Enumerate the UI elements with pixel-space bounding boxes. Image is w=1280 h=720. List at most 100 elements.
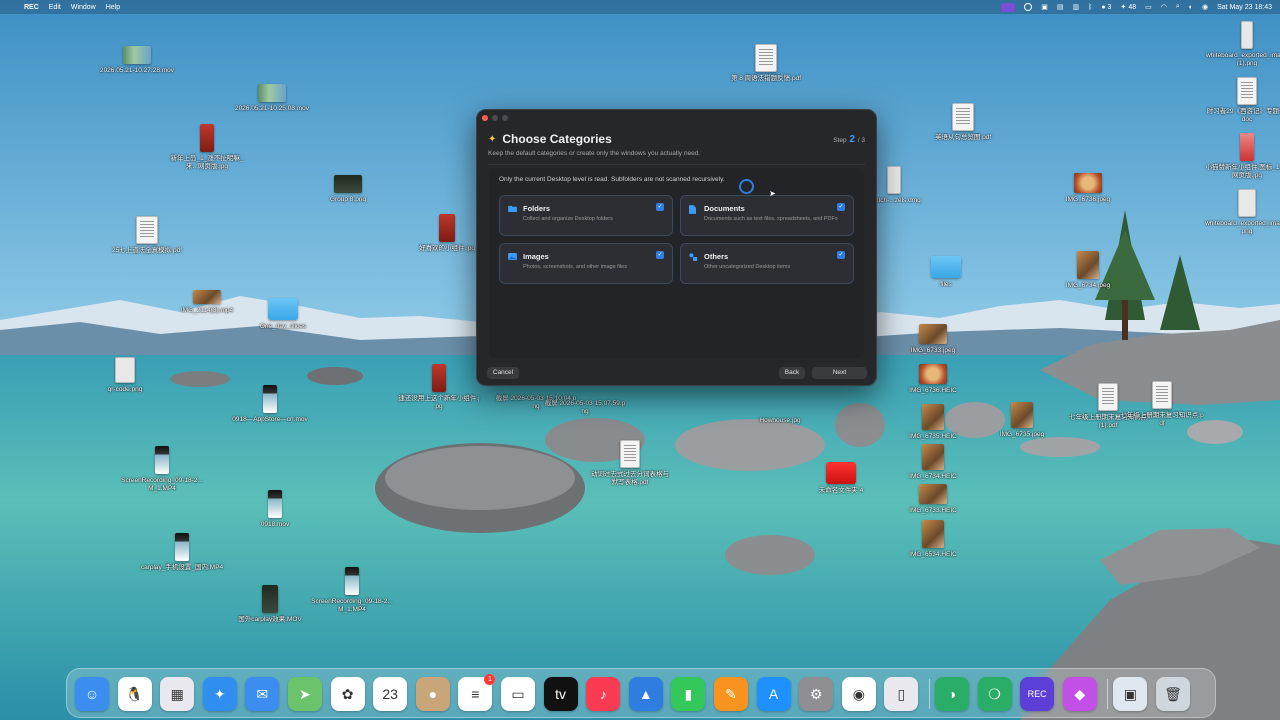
- rec-app-icon[interactable]: REC: [1020, 677, 1055, 711]
- desktop-file[interactable]: IMG_6735.HEIC: [891, 404, 975, 441]
- file-label: Howhouse.jpg: [759, 417, 801, 424]
- calendar-icon[interactable]: 23: [373, 677, 408, 711]
- safari-icon[interactable]: ✦: [202, 677, 237, 711]
- desktop-file[interactable]: IMG_6733.HEIC: [891, 484, 975, 515]
- desktop-file[interactable]: IMG_6733.jpeg: [891, 324, 975, 355]
- desktop-file[interactable]: IMG_6736.jpeg: [1046, 173, 1130, 204]
- finder-icon[interactable]: ☺: [75, 677, 109, 711]
- keynote-icon[interactable]: ▲: [628, 677, 663, 711]
- desktop-file[interactable]: IMG_6734.HEIC: [891, 444, 975, 481]
- back-button[interactable]: Back: [779, 367, 805, 379]
- category-card-images[interactable]: Images Photos, screenshots, and other im…: [499, 243, 673, 284]
- search-icon[interactable]: ⌕: [1176, 3, 1180, 11]
- minimize-window-button[interactable]: [492, 115, 498, 121]
- apple-tv-icon[interactable]: tv: [543, 677, 578, 711]
- next-button[interactable]: Next: [812, 367, 867, 379]
- desktop-file[interactable]: qr-code.png: [83, 357, 167, 394]
- shortcuts-icon[interactable]: ◆: [1062, 677, 1097, 711]
- menubar-clock[interactable]: Sat May 23 18:43: [1217, 4, 1272, 11]
- pages-icon[interactable]: ✎: [714, 677, 748, 711]
- wechat-status[interactable]: ✦ 48: [1120, 3, 1136, 12]
- display-icon[interactable]: ▤: [1057, 3, 1064, 11]
- category-checkbox[interactable]: ✓: [656, 251, 664, 259]
- desktop-file[interactable]: 国外carplay效果.MOV: [228, 585, 312, 624]
- desktop-file[interactable]: 新年上岛_1_涨不扯呢嘛_来...网页版.jpg: [165, 124, 249, 171]
- wifi-icon[interactable]: ◠: [1161, 3, 1167, 11]
- notification-status[interactable]: ● 3: [1101, 4, 1111, 11]
- desktop-file[interactable]: IMG_6736.HEIC: [891, 364, 975, 395]
- menu-edit[interactable]: Edit: [49, 4, 61, 11]
- desktop-file[interactable]: 第 8 周语法错题反馈.pdf: [724, 44, 808, 83]
- desktop-file[interactable]: 2026.05.21-10.25.08.mov: [230, 84, 314, 113]
- trash-icon[interactable]: 🗑: [1156, 677, 1190, 711]
- desktop-file[interactable]: IMG_6534.HEIC: [891, 520, 975, 559]
- screen-mirror-icon[interactable]: ▣: [1041, 3, 1048, 11]
- desktop-file[interactable]: whiteboard_exported_image.png: [1205, 189, 1280, 236]
- category-checkbox[interactable]: ✓: [837, 251, 845, 259]
- desktop-file[interactable]: 截屏 2026-05-03 15.07.59.png: [543, 400, 627, 416]
- clipboard-icon[interactable]: ▥: [1072, 3, 1079, 11]
- chrome-icon[interactable]: ◉: [841, 677, 876, 711]
- app-store-icon[interactable]: A: [756, 677, 791, 711]
- control-center-icon[interactable]: ◐: [1189, 4, 1193, 11]
- desktop-file[interactable]: Howhouse.jpg: [738, 417, 822, 425]
- cancel-button[interactable]: Cancel: [487, 367, 519, 379]
- desktop-file[interactable]: 小猫赞新年小组件,图标_1_...网页版.jpg: [1205, 133, 1280, 180]
- bluetooth-icon[interactable]: ᛒ: [1088, 4, 1092, 11]
- desktop-file[interactable]: 速还没用上这个新年小组件.jpg: [397, 364, 481, 411]
- notes-icon[interactable]: ▭: [501, 677, 535, 711]
- record-status-icon[interactable]: [1024, 3, 1033, 11]
- desktop-file[interactable]: 动词过去式过去分词表格与默写表格.pdf: [588, 440, 672, 487]
- close-window-button[interactable]: [482, 115, 488, 121]
- numbers-icon[interactable]: ▮: [671, 677, 706, 711]
- rec-status-icon[interactable]: [1001, 2, 1016, 12]
- desktop-file[interactable]: 英语从句总览图.pdf: [921, 103, 1005, 142]
- desktop-file[interactable]: Group 8.png: [306, 175, 390, 204]
- category-card-others[interactable]: Others Other uncategorized Desktop items…: [680, 243, 854, 284]
- mail-icon[interactable]: ✉: [245, 677, 280, 711]
- desktop-file[interactable]: ScreenRecording_09-18-2...M_1.MP4: [120, 446, 204, 493]
- file-thumbnail: [620, 440, 640, 468]
- photos-icon[interactable]: ✿: [330, 677, 365, 711]
- desktop-file[interactable]: 0918—AppStore—cn.mov: [228, 385, 312, 424]
- wechat-icon[interactable]: ❍: [977, 677, 1012, 711]
- contacts-icon[interactable]: ●: [415, 677, 450, 711]
- desktop-file[interactable]: IMG_6734.jpeg: [1046, 251, 1130, 290]
- desktop-file[interactable]: carplay_手机设置_国内.MP4: [140, 533, 224, 572]
- desktop-folder[interactable]: One_day_slices: [241, 298, 325, 331]
- iphone-mirroring-icon[interactable]: ▯: [884, 677, 919, 711]
- desktop-file[interactable]: IMG_6735.jpeg: [980, 402, 1064, 439]
- desktop-folder[interactable]: files: [904, 256, 988, 289]
- desktop-file[interactable]: IMG_2114(3).mp4: [165, 290, 249, 315]
- reminders-icon[interactable]: ≡ 1: [458, 674, 496, 711]
- siri-icon[interactable]: ◉: [1202, 3, 1208, 11]
- desktop-file[interactable]: 七年级上册期末复习知识点.pdf: [1120, 381, 1204, 428]
- category-card-folders[interactable]: Folders Collect and organize Desktop fol…: [499, 195, 673, 236]
- system-settings-icon[interactable]: ⚙: [799, 677, 834, 711]
- menu-help[interactable]: Help: [106, 4, 120, 11]
- battery-icon[interactable]: ▭: [1145, 3, 1152, 11]
- wechat-work-icon[interactable]: ◑: [935, 677, 969, 711]
- desktop-file[interactable]: whiteboard_exported_image (1).png: [1205, 21, 1280, 68]
- mouse-cursor-icon: ➤: [769, 189, 776, 198]
- zoom-window-button[interactable]: [502, 115, 508, 121]
- maps-icon[interactable]: ➤: [288, 677, 322, 711]
- category-card-documents[interactable]: Documents Documents such as text files, …: [680, 195, 854, 236]
- desktop-file[interactable]: 2026.05.21-10.27.28.mov: [95, 46, 179, 75]
- category-checkbox[interactable]: ✓: [837, 203, 845, 211]
- category-description: Collect and organize Desktop folders: [523, 216, 613, 222]
- desktop-file[interactable]: 时习者29《西游记》专题一.doc: [1205, 77, 1280, 124]
- desktop-file[interactable]: 25七上道法全真模拟.pdf: [105, 216, 189, 255]
- file-label: IMG_6734.jpeg: [1065, 282, 1111, 289]
- menu-window[interactable]: Window: [71, 4, 96, 11]
- preview-icon[interactable]: ▣: [1113, 677, 1148, 711]
- desktop-file[interactable]: ScreenRecording_09-18-2...M_1.MP4: [310, 567, 394, 614]
- category-checkbox[interactable]: ✓: [656, 203, 664, 211]
- music-icon[interactable]: ♪: [586, 677, 621, 711]
- desktop-file[interactable]: 0918.mov: [233, 490, 317, 529]
- launchpad-icon[interactable]: ▦: [160, 677, 195, 711]
- qq-icon[interactable]: 🐧: [117, 677, 152, 711]
- file-thumbnail: [1077, 251, 1099, 279]
- desktop-folder[interactable]: 未命名文件夹 4: [799, 462, 883, 495]
- menu-app-name[interactable]: REC: [24, 4, 39, 11]
